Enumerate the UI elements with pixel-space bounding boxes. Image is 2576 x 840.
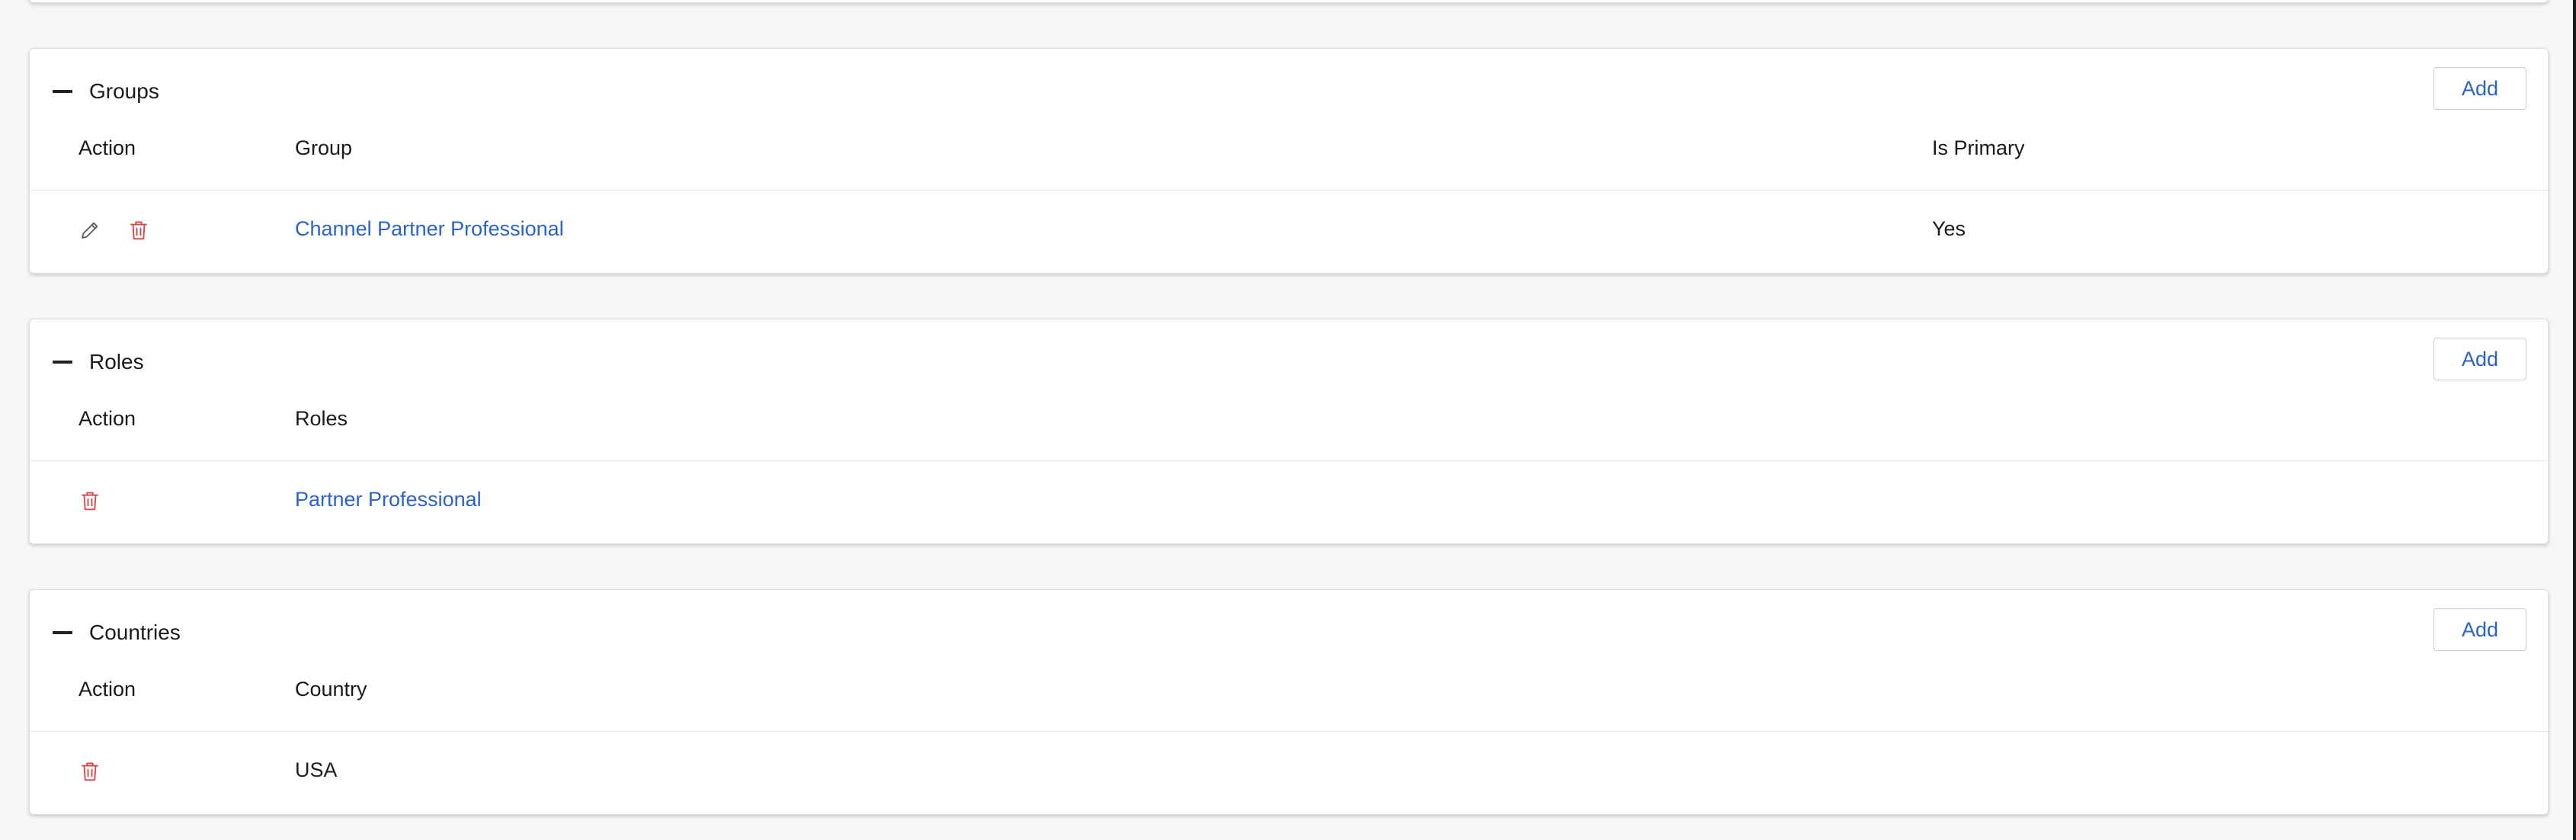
window-edge (2573, 0, 2576, 840)
add-group-button[interactable]: Add (2433, 67, 2526, 110)
countries-header: Countries Add (30, 590, 2548, 674)
column-header-roles: Roles (295, 407, 348, 430)
minus-icon[interactable] (53, 90, 72, 93)
section-title: Roles (89, 350, 144, 374)
table-row: Channel Partner Professional Yes (30, 191, 2548, 273)
trash-icon[interactable] (78, 759, 101, 784)
column-header-is-primary: Is Primary (1932, 136, 2025, 159)
column-header-country: Country (295, 678, 367, 701)
minus-icon[interactable] (53, 361, 72, 364)
previous-card (29, 0, 2549, 3)
groups-section: Groups Add Action Group Is Primary Chann… (29, 48, 2549, 274)
pencil-icon[interactable] (78, 218, 101, 242)
minus-icon[interactable] (53, 631, 72, 634)
add-country-button[interactable]: Add (2433, 608, 2526, 651)
country-value: USA (295, 758, 338, 781)
section-title: Countries (89, 620, 181, 644)
is-primary-value: Yes (1932, 217, 1966, 240)
section-title: Groups (89, 79, 159, 103)
table-row: USA (30, 732, 2548, 814)
trash-icon[interactable] (78, 489, 101, 513)
column-header-action: Action (78, 678, 136, 701)
group-link[interactable]: Channel Partner Professional (295, 213, 564, 244)
column-header-group: Group (295, 136, 353, 159)
column-header-action: Action (78, 136, 136, 159)
table-row: Partner Professional (30, 461, 2548, 543)
trash-icon[interactable] (127, 218, 150, 242)
roles-section: Roles Add Action Roles Partner Professio… (29, 319, 2549, 544)
groups-header: Groups Add (30, 49, 2548, 133)
role-link[interactable]: Partner Professional (295, 484, 482, 515)
add-role-button[interactable]: Add (2433, 338, 2526, 380)
countries-section: Countries Add Action Country USA (29, 589, 2549, 815)
roles-header: Roles Add (30, 319, 2548, 403)
column-header-action: Action (78, 407, 136, 430)
